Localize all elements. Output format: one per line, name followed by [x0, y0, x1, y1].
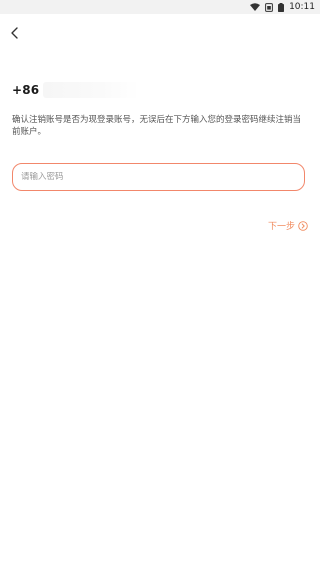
sim-icon	[265, 2, 273, 12]
status-bar: 10:11	[0, 0, 320, 14]
next-step-label: 下一步	[267, 222, 295, 232]
country-code: +86	[12, 83, 40, 97]
status-time: 10:11	[289, 2, 315, 12]
battery-icon	[278, 2, 285, 12]
wifi-icon	[250, 3, 261, 11]
confirm-description: 确认注销账号是否为现登录账号，无误后在下方输入您的登录密码继续注销当前账户。	[12, 115, 302, 137]
masked-phone-number	[43, 82, 140, 98]
password-field[interactable]	[12, 163, 305, 191]
back-button[interactable]	[4, 22, 26, 44]
password-input[interactable]	[21, 172, 304, 182]
cancel-account-screen: 10:11 +86 确认注销账号是否为现登录账号，无误后在下方输入您的登录密码继…	[0, 0, 320, 569]
account-phone: +86	[12, 82, 140, 98]
next-step-button[interactable]: 下一步	[268, 219, 308, 232]
chevron-left-icon	[10, 24, 20, 43]
arrow-right-circle-icon	[298, 220, 308, 231]
